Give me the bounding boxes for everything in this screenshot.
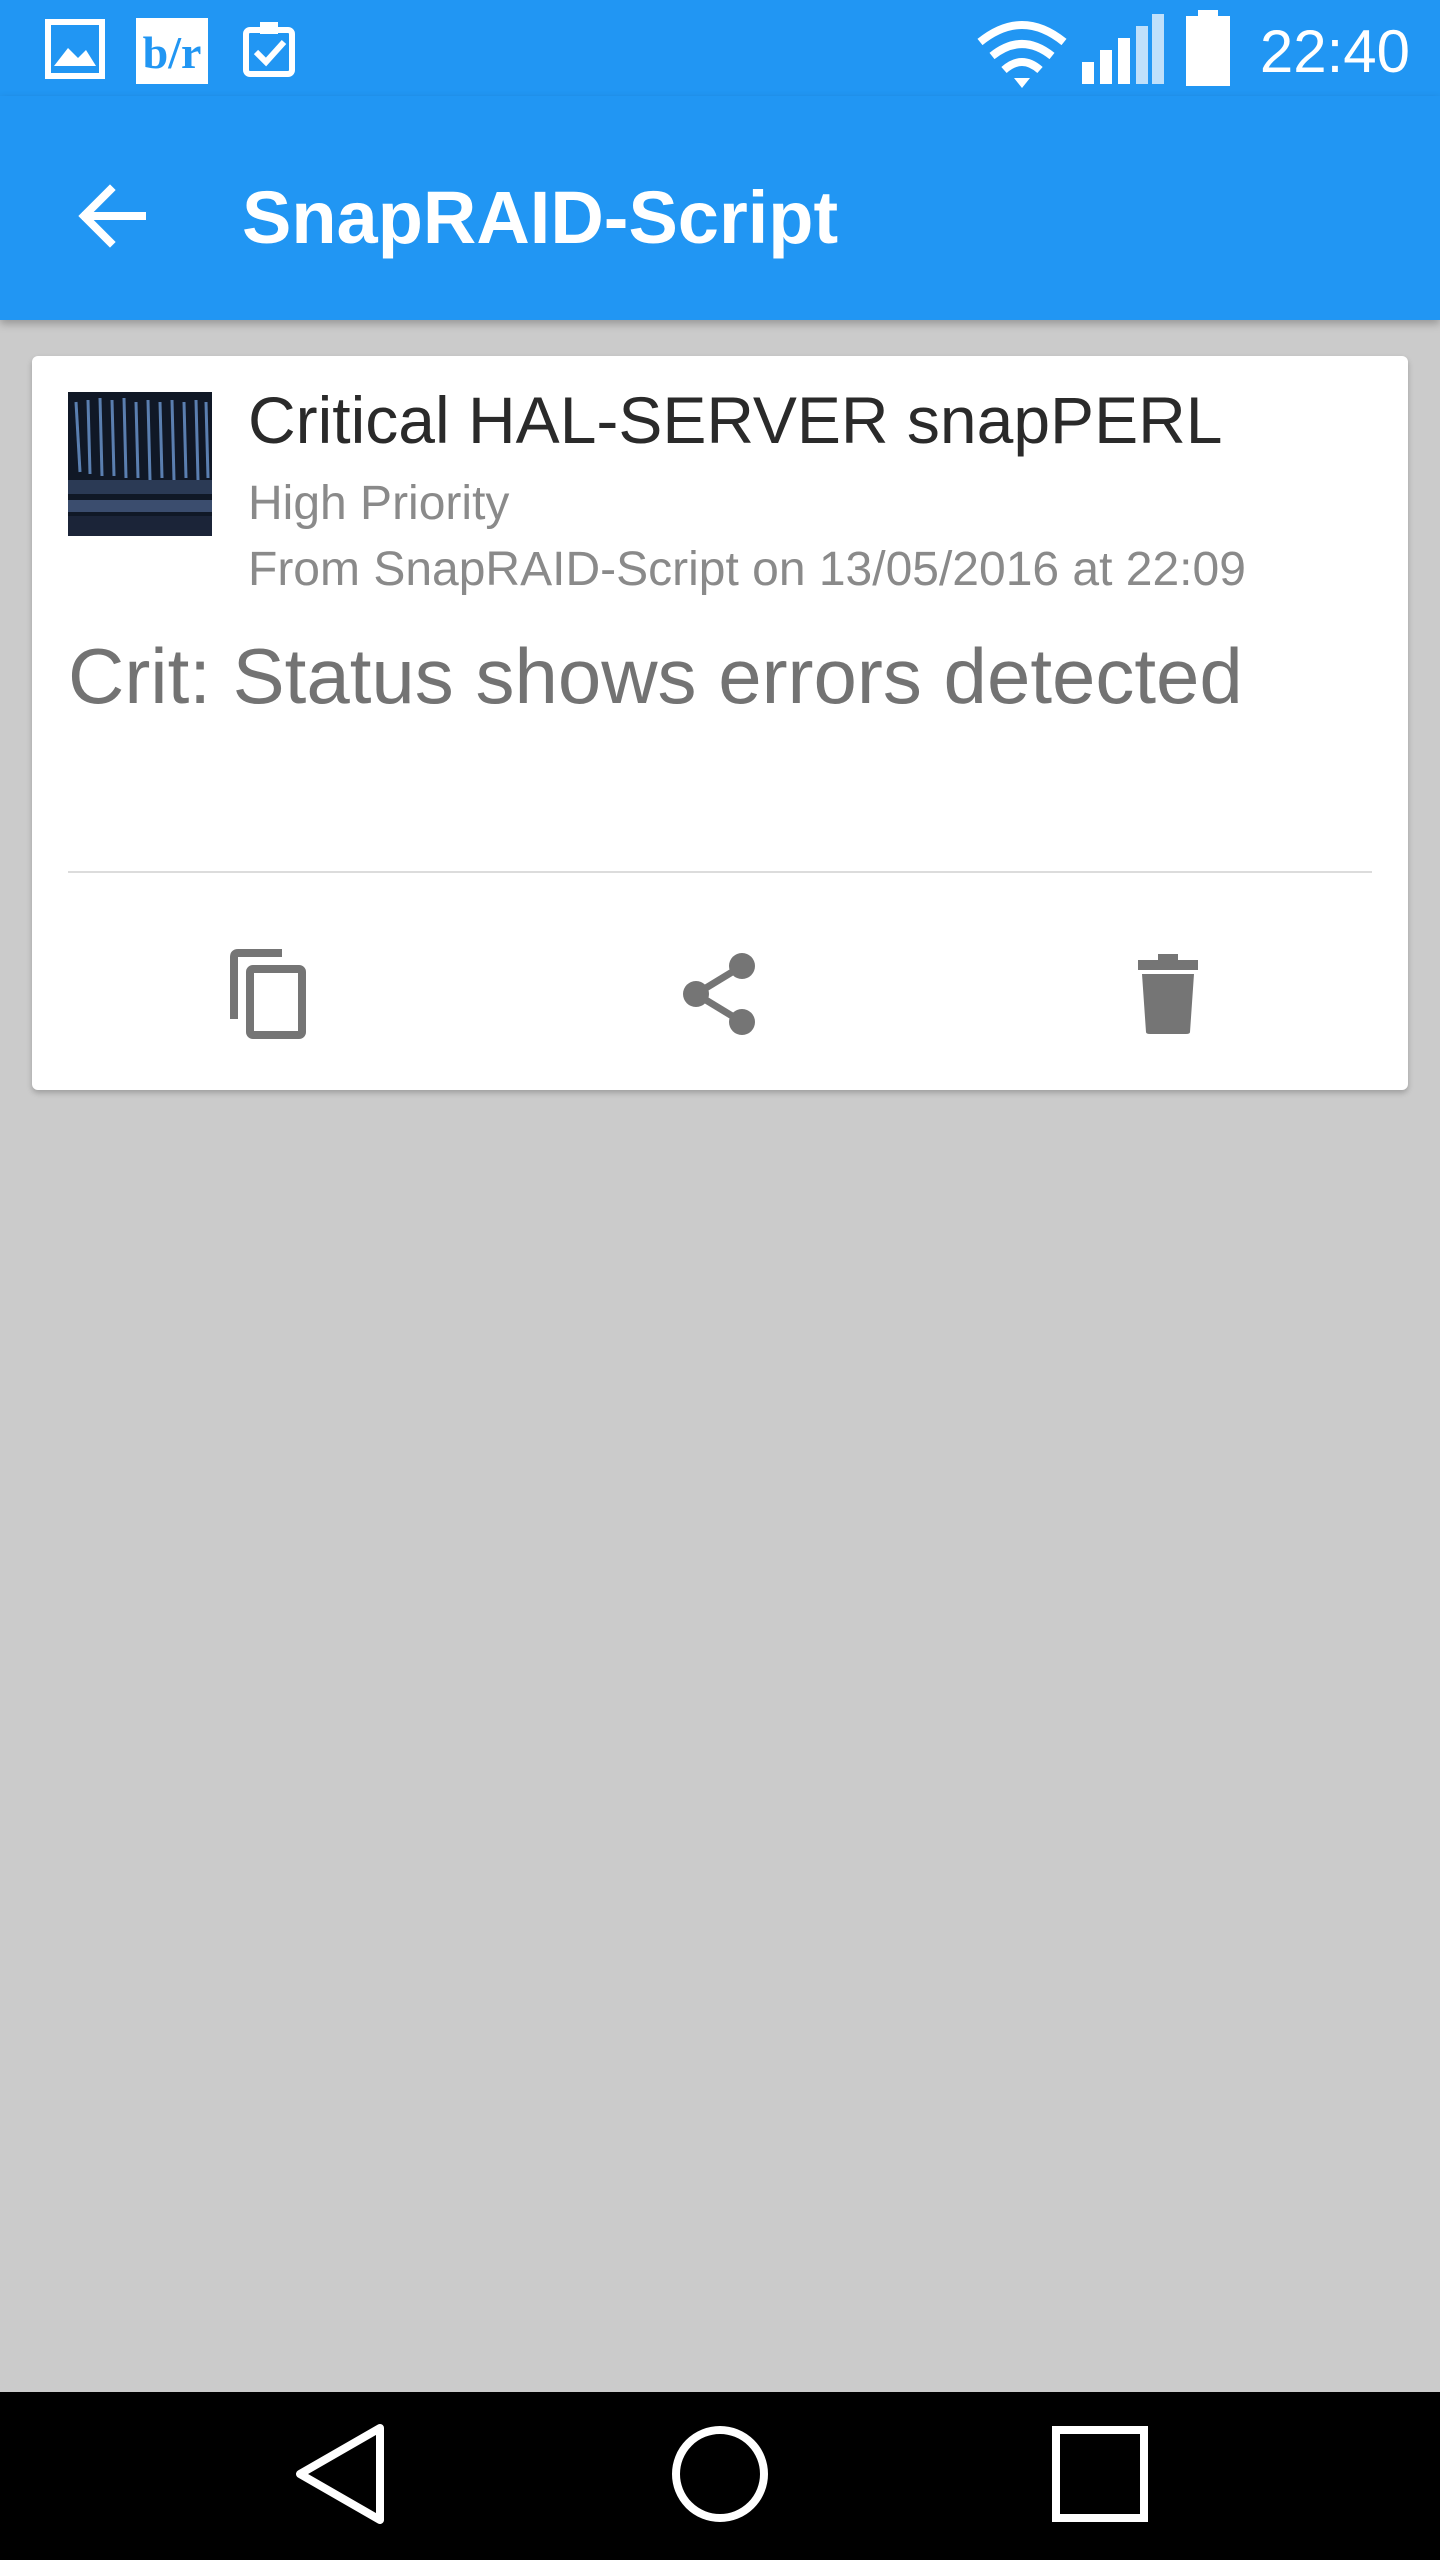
message-body: Crit: Status shows errors detected xyxy=(68,632,1243,720)
message-card: Critical HAL-SERVER snapPERL High Priori… xyxy=(32,356,1408,1090)
home-circle-icon xyxy=(668,2422,772,2531)
back-triangle-icon xyxy=(292,2422,388,2531)
priority-label: High Priority xyxy=(248,477,510,530)
signal-icon xyxy=(1080,12,1166,91)
navigation-bar xyxy=(0,2392,1440,2560)
delete-icon xyxy=(1136,953,1200,1039)
server-rack-thumbnail xyxy=(68,392,212,536)
clipboard-check-icon xyxy=(238,18,300,85)
divider xyxy=(68,871,1372,873)
arrow-left-icon xyxy=(76,180,148,257)
share-icon xyxy=(680,952,760,1041)
nav-home-button[interactable] xyxy=(620,2406,820,2546)
nav-back-button[interactable] xyxy=(240,2406,440,2546)
back-button[interactable] xyxy=(60,166,164,270)
svg-text:b/r: b/r xyxy=(143,27,202,78)
gallery-icon xyxy=(44,18,106,85)
battery-icon xyxy=(1184,10,1232,91)
copy-icon xyxy=(226,948,310,1044)
nav-recents-button[interactable] xyxy=(1000,2406,1200,2546)
status-time: 22:40 xyxy=(1259,18,1410,85)
recents-square-icon xyxy=(1050,2424,1150,2529)
share-button[interactable] xyxy=(640,926,800,1066)
message-title: Critical HAL-SERVER snapPERL xyxy=(248,383,1223,457)
bleacher-report-icon: b/r xyxy=(136,18,208,89)
app-bar: SnapRAID-Script xyxy=(0,96,1440,320)
status-bar: b/r 22:40 xyxy=(0,0,1440,96)
wifi-icon xyxy=(976,20,1068,95)
page-title: SnapRAID-Script xyxy=(242,176,839,259)
copy-button[interactable] xyxy=(188,926,348,1066)
message-source: From SnapRAID-Script on 13/05/2016 at 22… xyxy=(248,543,1246,596)
delete-button[interactable] xyxy=(1088,926,1248,1066)
